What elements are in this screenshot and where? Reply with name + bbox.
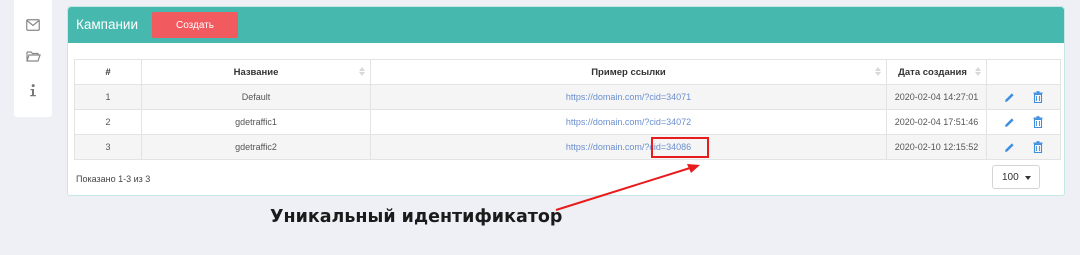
panel-title: Кампании: [76, 17, 139, 32]
campaign-name: gdetraffic2: [141, 134, 371, 160]
campaign-name: Default: [141, 84, 371, 110]
column-header-actions: [986, 59, 1061, 85]
campaign-link[interactable]: https://domain.com/?cid=34071: [370, 84, 887, 110]
campaign-link[interactable]: https://domain.com/?cid=34086: [370, 134, 887, 160]
sort-icon[interactable]: [875, 67, 881, 76]
created-date: 2020-02-04 14:27:01: [886, 84, 987, 110]
table-row: 3 gdetraffic2 https://domain.com/?cid=34…: [74, 134, 1061, 160]
panel-header: Кампании Создать: [68, 7, 1064, 43]
created-date: 2020-02-10 12:15:52: [886, 134, 987, 160]
column-header-link-example[interactable]: Пример ссылки: [370, 59, 887, 85]
pagination-info: Показано 1-3 из 3: [76, 174, 151, 184]
delete-trash-icon[interactable]: [1031, 115, 1045, 129]
edit-pencil-icon[interactable]: [1002, 90, 1016, 104]
create-button[interactable]: Создать: [152, 12, 238, 38]
row-actions: [986, 84, 1061, 110]
table-row: 1 Default https://domain.com/?cid=34071 …: [74, 84, 1061, 110]
row-number: 3: [74, 134, 142, 160]
sort-icon[interactable]: [975, 67, 981, 76]
campaign-link[interactable]: https://domain.com/?cid=34072: [370, 109, 887, 135]
table-row: 2 gdetraffic1 https://domain.com/?cid=34…: [74, 109, 1061, 135]
chevron-down-icon: [1025, 176, 1031, 180]
row-number: 2: [74, 109, 142, 135]
campaigns-panel: Кампании Создать # Название Пример ссылк…: [67, 6, 1065, 196]
created-date: 2020-02-04 17:51:46: [886, 109, 987, 135]
edit-pencil-icon[interactable]: [1002, 140, 1016, 154]
edit-pencil-icon[interactable]: [1002, 115, 1016, 129]
row-number: 1: [74, 84, 142, 110]
row-actions: [986, 134, 1061, 160]
delete-trash-icon[interactable]: [1031, 90, 1045, 104]
table-header-row: # Название Пример ссылки Дата создания: [74, 59, 1061, 85]
column-header-created-date[interactable]: Дата создания: [886, 59, 987, 85]
cid-highlight-box: [651, 137, 709, 158]
page-size-value: 100: [1002, 171, 1019, 183]
info-icon[interactable]: [25, 82, 41, 98]
envelope-icon[interactable]: [25, 17, 41, 33]
campaigns-table: # Название Пример ссылки Дата создания 1…: [74, 59, 1061, 160]
column-header-number[interactable]: #: [74, 59, 142, 85]
row-actions: [986, 109, 1061, 135]
delete-trash-icon[interactable]: [1031, 140, 1045, 154]
sidebar: [14, 0, 52, 117]
page-size-select[interactable]: 100: [992, 165, 1040, 189]
column-header-name[interactable]: Название: [141, 59, 371, 85]
sort-icon[interactable]: [359, 67, 365, 76]
folder-icon[interactable]: [25, 48, 41, 64]
annotation-label: Уникальный идентификатор: [270, 207, 563, 227]
campaign-name: gdetraffic1: [141, 109, 371, 135]
